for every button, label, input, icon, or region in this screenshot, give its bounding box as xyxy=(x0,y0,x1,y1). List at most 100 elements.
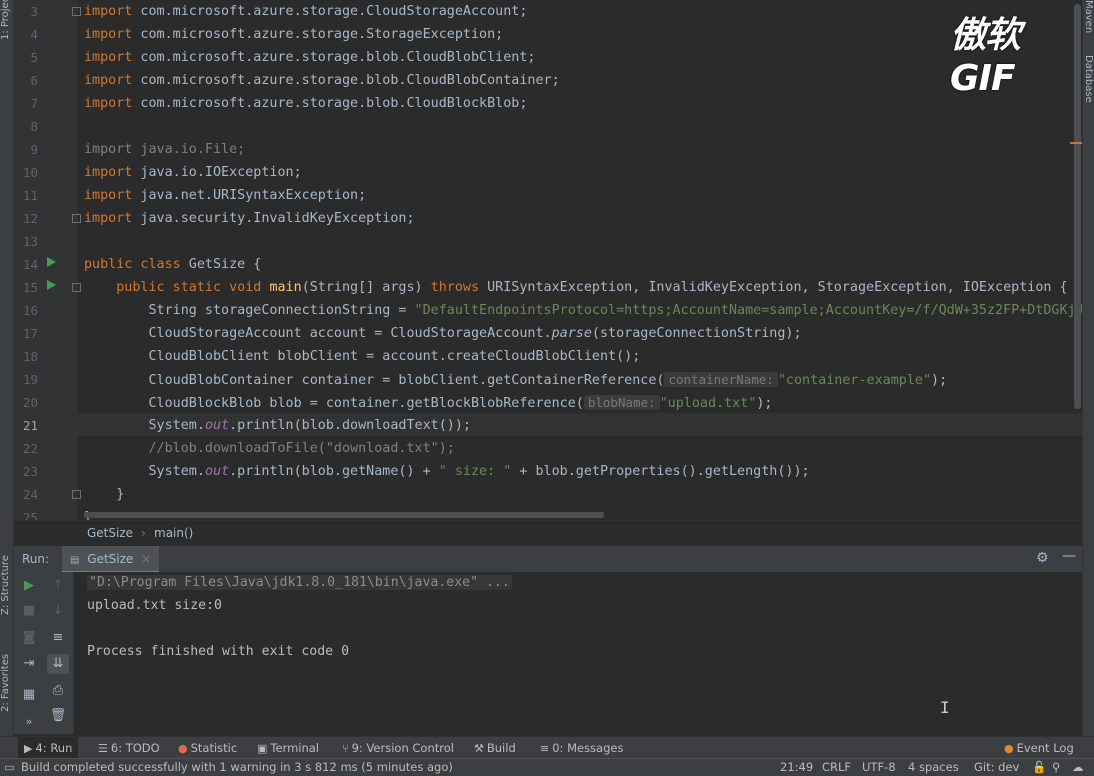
code-line-22: //blob.downloadToFile("download.txt"); xyxy=(148,441,455,456)
restore-layout-icon[interactable]: ⇥ xyxy=(18,654,40,674)
right-tool-strip: Maven Database xyxy=(1082,0,1094,740)
run-toolbar: ▶ ↑ ■ ↓ ◙ ≡ ⇥ ⇊ ▦ ⎙ » 🗑 xyxy=(14,572,74,734)
run-panel-label: Run: xyxy=(22,552,50,566)
status-message[interactable]: Build completed successfully with 1 warn… xyxy=(21,760,453,774)
line-number: 21 xyxy=(22,418,38,433)
tab-todo[interactable]: ☰ 6: TODO xyxy=(92,737,166,759)
console-line-command[interactable]: "D:\Program Files\Java\jdk1.8.0_181\bin\… xyxy=(87,575,512,590)
event-bubble-icon[interactable]: ☁ xyxy=(1072,760,1084,774)
line-number: 10 xyxy=(22,165,38,180)
line-number: 19 xyxy=(22,372,38,387)
fold-icon[interactable] xyxy=(72,214,81,223)
statistic-icon: ● xyxy=(178,742,188,755)
run-config-tab[interactable]: ▤ GetSize × xyxy=(62,546,160,573)
tab-build[interactable]: ⚒ Build xyxy=(468,737,522,759)
print-icon[interactable]: ⎙ xyxy=(47,681,69,701)
left-tool-strip: 1: Project Z: Structure 2: Favorites xyxy=(0,0,14,740)
line-number: 13 xyxy=(22,234,38,249)
code-line-9: import java.io.File; xyxy=(84,142,246,157)
tool-window-bar: ▶ 4: Run ☰ 6: TODO ● Statistic ▣ Terminal ⑂ 9… xyxy=(0,736,1094,759)
breadcrumb-method[interactable]: main() xyxy=(154,526,193,540)
breadcrumb-class[interactable]: GetSize xyxy=(87,526,133,540)
tab-terminal[interactable]: ▣ Terminal xyxy=(251,737,325,759)
lock-icon[interactable]: 🔓 xyxy=(1032,760,1046,774)
database-tool-tab[interactable]: Database xyxy=(1082,55,1094,125)
rerun-icon[interactable]: ▶ xyxy=(18,576,40,596)
scroll-down-icon[interactable]: ↓ xyxy=(47,601,69,621)
scroll-to-end-icon[interactable]: ⇊ xyxy=(47,654,69,674)
messages-icon: ≡ xyxy=(540,742,550,755)
text-cursor-icon: I xyxy=(940,698,950,717)
scroll-up-icon[interactable]: ↑ xyxy=(47,576,69,596)
caret-position[interactable]: 21:49 xyxy=(780,760,813,774)
fold-icon[interactable] xyxy=(72,7,81,16)
maven-tool-tab[interactable]: Maven xyxy=(1082,0,1094,40)
console-line-output: upload.txt size:0 xyxy=(87,598,222,613)
inspector-icon[interactable]: ⚲ xyxy=(1052,760,1060,774)
minimize-icon[interactable]: — xyxy=(1062,548,1076,564)
camera-icon[interactable]: ◙ xyxy=(18,628,40,648)
soft-wrap-icon[interactable]: ≡ xyxy=(47,628,69,648)
file-encoding[interactable]: UTF-8 xyxy=(862,760,896,774)
code-line-24: } xyxy=(116,487,125,502)
line-number: 25 xyxy=(22,510,38,520)
code-line-14: public class GetSize { xyxy=(84,257,262,272)
close-icon[interactable]: × xyxy=(141,552,151,566)
param-hint: containerName: xyxy=(664,372,778,387)
code-line-19: CloudBlobContainer container = blobClien… xyxy=(148,372,948,388)
trash-icon[interactable]: 🗑 xyxy=(47,706,69,726)
status-bar: ▭ Build completed successfully with 1 wa… xyxy=(0,758,1094,776)
console-output[interactable]: "D:\Program Files\Java\jdk1.8.0_181\bin\… xyxy=(74,572,1082,734)
structure-tool-tab[interactable]: Z: Structure xyxy=(0,545,14,625)
run-main-icon[interactable] xyxy=(47,280,56,290)
warning-stripe-marker[interactable] xyxy=(1070,142,1082,144)
fold-icon[interactable] xyxy=(72,283,81,292)
layout-icon[interactable]: ▦ xyxy=(18,685,40,705)
tab-event-log[interactable]: ● Event Log xyxy=(998,737,1080,759)
more-icon[interactable]: » xyxy=(18,712,40,732)
project-tool-tab[interactable]: 1: Project xyxy=(0,0,14,40)
line-number: 24 xyxy=(22,487,38,502)
line-number: 14 xyxy=(22,257,38,272)
code-line-21: System.out.println(blob.downloadText()); xyxy=(148,418,471,433)
code-line-6: import com.microsoft.azure.storage.blob.… xyxy=(84,73,560,88)
status-icon[interactable]: ▭ xyxy=(4,760,15,774)
line-number: 4 xyxy=(30,27,38,42)
breadcrumb: GetSize › main() xyxy=(14,520,1082,545)
code-line-11: import java.net.URISyntaxException; xyxy=(84,188,367,203)
horizontal-scrollbar[interactable] xyxy=(84,512,604,518)
line-number: 22 xyxy=(22,441,38,456)
run-panel-header: Run: ▤ GetSize × ⚙ — xyxy=(14,545,1082,573)
console-line-exit: Process finished with exit code 0 xyxy=(87,644,350,659)
tab-run[interactable]: ▶ 4: Run xyxy=(18,737,79,759)
vcs-branch[interactable]: Git: dev xyxy=(974,760,1019,774)
code-line-3: import com.microsoft.azure.storage.Cloud… xyxy=(84,4,528,19)
line-number: 5 xyxy=(30,50,38,65)
code-line-16: String storageConnectionString = "Defaul… xyxy=(148,303,1083,318)
terminal-icon: ▣ xyxy=(257,742,268,755)
tab-version-control[interactable]: ⑂ 9: Version Control xyxy=(336,737,460,759)
code-line-23: System.out.println(blob.getName() + " si… xyxy=(148,464,810,479)
line-number: 15 xyxy=(22,280,38,295)
tab-statistic[interactable]: ● Statistic xyxy=(172,737,243,759)
favorites-tool-tab[interactable]: 2: Favorites xyxy=(0,640,14,725)
param-hint: blobName: xyxy=(583,395,660,410)
line-number: 12 xyxy=(22,211,38,226)
console-icon: ▤ xyxy=(70,555,80,566)
line-number: 23 xyxy=(22,464,38,479)
gear-icon[interactable]: ⚙ xyxy=(1036,550,1049,566)
line-number: 6 xyxy=(30,73,38,88)
line-number: 8 xyxy=(30,119,38,134)
stop-icon[interactable]: ■ xyxy=(18,601,40,621)
code-line-10: import java.io.IOException; xyxy=(84,165,302,180)
indent-setting[interactable]: 4 spaces xyxy=(908,760,959,774)
line-number: 16 xyxy=(22,303,38,318)
code-editor[interactable]: 3 4 5 6 7 8 9 10 11 12 13 14 15 16 17 18 19 20 21 22 23 24 25 … xyxy=(14,0,1082,520)
fold-icon[interactable] xyxy=(72,490,81,499)
line-separator[interactable]: CRLF xyxy=(822,760,851,774)
tab-messages[interactable]: ≡ 0: Messages xyxy=(534,737,629,759)
run-class-icon[interactable] xyxy=(47,257,56,267)
code-line-15: public static void main(String[] args) t… xyxy=(116,280,1068,295)
line-number: 18 xyxy=(22,349,38,364)
code-line-4: import com.microsoft.azure.storage.Stora… xyxy=(84,27,504,42)
